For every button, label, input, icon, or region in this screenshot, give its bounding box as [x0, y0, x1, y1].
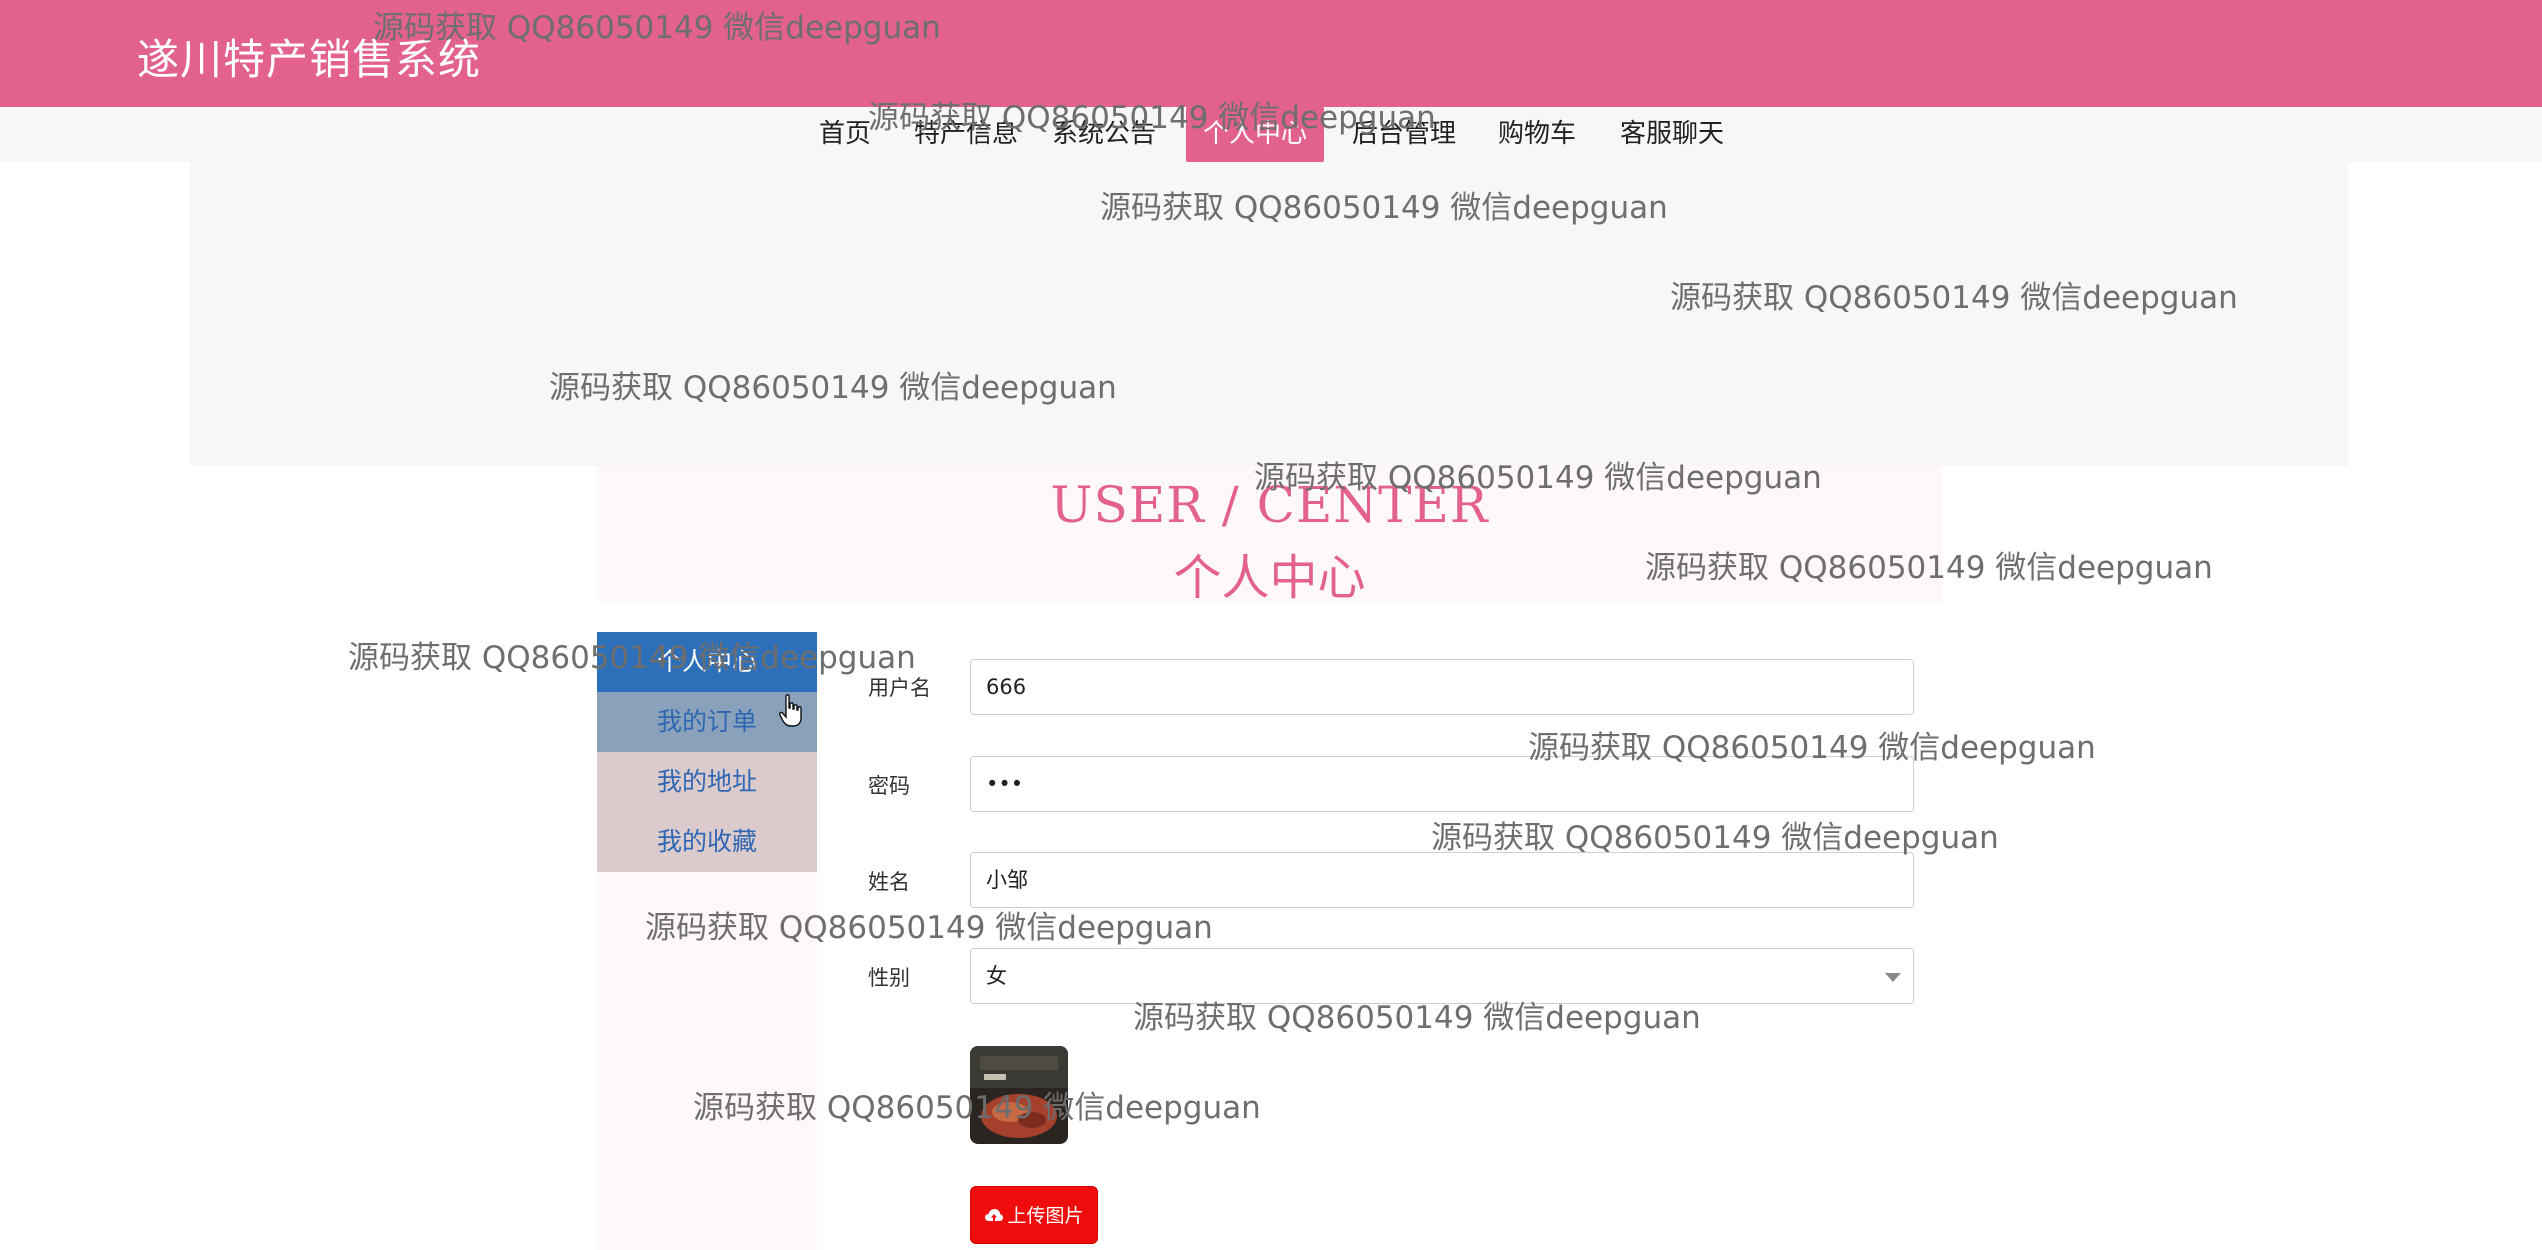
nav-item-customer-chat[interactable]: 客服聊天 — [1618, 107, 1726, 162]
name-label: 姓名 — [868, 870, 910, 894]
banner-area — [190, 162, 2348, 466]
app-title: 遂川特产销售系统 — [137, 35, 482, 84]
upload-image-label: 上传图片 — [1007, 1205, 1084, 1227]
username-field[interactable]: 666 — [970, 659, 1914, 715]
password-field[interactable]: ••• — [970, 756, 1914, 812]
nav-item-products[interactable]: 特产信息 — [912, 107, 1020, 162]
nav-item-admin[interactable]: 后台管理 — [1350, 107, 1458, 162]
sidebar-item-user-center[interactable]: 个人中心 — [597, 632, 817, 692]
username-label: 用户名 — [868, 676, 931, 700]
gender-select-value: 女 — [986, 964, 1007, 988]
upload-image-button[interactable]: 上传图片 — [970, 1186, 1098, 1244]
section-title-cn: 个人中心 — [1173, 550, 1366, 606]
top-header: 遂川特产销售系统 — [0, 0, 2542, 107]
avatar-image — [970, 1046, 1068, 1144]
cloud-upload-icon — [985, 1209, 1004, 1221]
nav-item-home[interactable]: 首页 — [812, 107, 878, 162]
nav-item-user-center[interactable]: 个人中心 — [1186, 107, 1324, 162]
hand-cursor-icon — [779, 694, 802, 727]
sidebar-item-my-favorites[interactable]: 我的收藏 — [597, 812, 817, 872]
section-title-en: USER / CENTER — [1050, 476, 1489, 534]
section-title-band: USER / CENTER 个人中心 — [597, 466, 1942, 606]
gender-label: 性别 — [868, 966, 910, 990]
password-label: 密码 — [868, 774, 910, 798]
gender-select[interactable]: 女 — [970, 948, 1914, 1004]
watermark-text: 源码获取 QQ86050149 微信deepguan — [1431, 820, 1999, 856]
name-field[interactable]: 小邹 — [970, 852, 1914, 908]
main-nav: 首页 特产信息 系统公告 个人中心 后台管理 购物车 客服聊天 — [0, 107, 2542, 162]
sidebar-item-my-address[interactable]: 我的地址 — [597, 752, 817, 812]
chevron-down-icon — [1885, 973, 1901, 982]
nav-item-cart[interactable]: 购物车 — [1496, 107, 1578, 162]
nav-item-announcements[interactable]: 系统公告 — [1050, 107, 1158, 162]
